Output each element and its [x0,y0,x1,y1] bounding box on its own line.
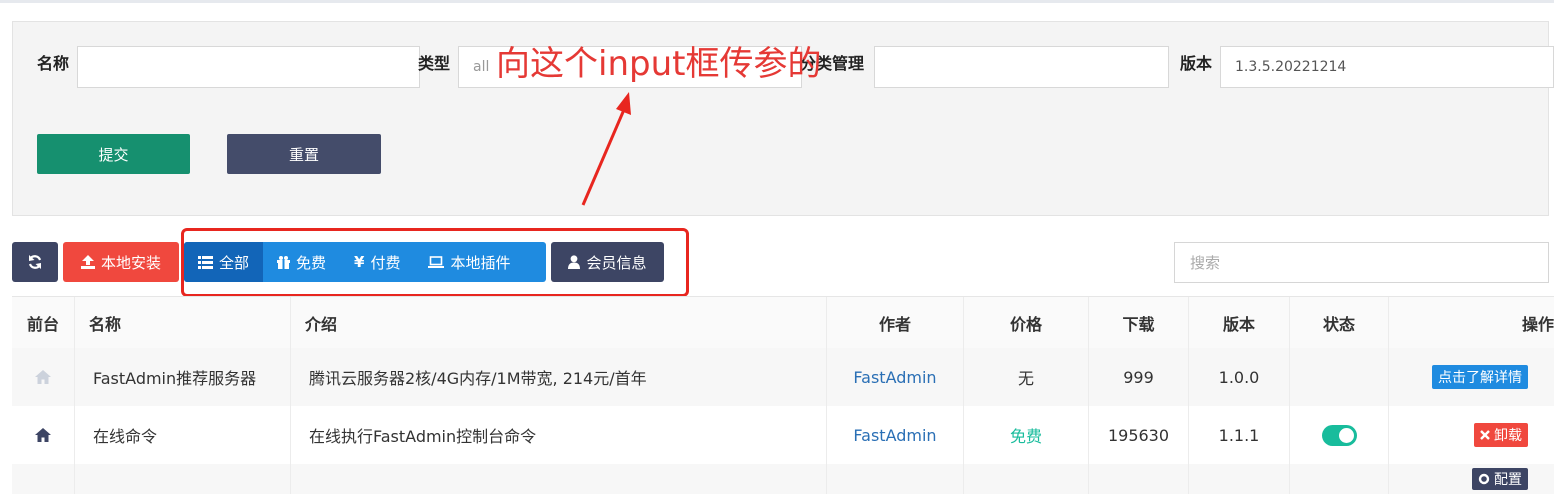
plugin-status [1290,348,1389,406]
table-row: FastAdmin推荐服务器 腾讯云服务器2核/4G内存/1M带宽, 214元/… [12,348,1554,407]
annotation-highlight-box [181,228,689,297]
actions-cell: 配置 [1389,464,1554,494]
category-input[interactable] [874,46,1169,88]
col-version[interactable]: 版本 [1189,297,1290,349]
col-front[interactable]: 前台 [12,297,75,349]
plugin-intro: 在线执行FastAdmin控制台命令 [291,406,827,464]
refresh-button[interactable] [12,242,58,282]
front-cell [12,406,75,464]
local-install-label: 本地安装 [100,253,161,272]
actions-cell: 点击了解详情 [1389,348,1554,406]
submit-button[interactable]: 提交 [37,134,190,174]
home-icon[interactable] [35,370,51,384]
table-row: 配置 [12,464,1554,494]
top-tab-strip [0,0,1554,3]
table-header: 前台 名称 介绍 作者 价格 下载 版本 状态 操作 [12,296,1554,350]
front-cell [12,464,75,494]
close-icon [1480,430,1490,440]
col-actions[interactable]: 操作 [1389,297,1554,349]
annotation-text: 向这个input框传参的 [496,44,822,84]
version-input[interactable]: 1.3.5.20221214 [1220,46,1554,88]
name-label: 名称 [37,54,70,73]
plugin-downloads: 195630 [1089,406,1189,464]
plugin-name: 在线命令 [75,406,291,464]
plugin-name: FastAdmin推荐服务器 [75,348,291,406]
plugin-downloads: 999 [1089,348,1189,406]
version-label: 版本 [1180,54,1213,73]
status-toggle[interactable] [1321,424,1357,446]
name-input[interactable] [77,46,420,88]
config-label: 配置 [1494,472,1522,488]
col-downloads[interactable]: 下载 [1089,297,1189,349]
learn-more-button[interactable]: 点击了解详情 [1432,365,1528,389]
name-cell [75,464,291,494]
upload-icon [80,255,95,269]
actions-cell: 卸载 [1389,406,1554,464]
type-label: 类型 [418,54,451,73]
plugin-version: 1.1.1 [1189,406,1290,464]
plugin-intro: 腾讯云服务器2核/4G内存/1M带宽, 214元/首年 [291,348,827,406]
price-cell: 免费 [964,406,1089,464]
col-name[interactable]: 名称 [75,297,291,349]
author-cell [827,464,964,494]
col-author[interactable]: 作者 [827,297,964,349]
author-link[interactable]: FastAdmin [853,426,936,445]
col-intro[interactable]: 介绍 [291,297,827,349]
plugin-price: 无 [964,348,1089,406]
price-cell [964,464,1089,494]
plugin-version: 1.0.0 [1189,348,1290,406]
front-cell [12,348,75,406]
uninstall-button[interactable]: 卸载 [1474,423,1528,447]
gear-icon [1478,473,1490,485]
search-input[interactable]: 搜索 [1174,242,1549,283]
intro-cell [291,464,827,494]
version-cell [1189,464,1290,494]
author-cell: FastAdmin [827,348,964,406]
author-link[interactable]: FastAdmin [853,368,936,387]
status-cell [1290,406,1389,464]
local-install-button[interactable]: 本地安装 [63,242,179,282]
col-price[interactable]: 价格 [964,297,1089,349]
reset-button[interactable]: 重置 [227,134,381,174]
col-status[interactable]: 状态 [1290,297,1389,349]
status-cell [1290,464,1389,494]
plugin-table: 前台 名称 介绍 作者 价格 下载 版本 状态 操作 FastAdmin推荐服务… [12,296,1554,494]
plugin-price: 免费 [1009,427,1042,446]
downloads-cell [1089,464,1189,494]
refresh-icon [28,255,42,269]
table-row: 在线命令 在线执行FastAdmin控制台命令 FastAdmin 免费 195… [12,406,1554,465]
home-icon[interactable] [35,428,51,442]
author-cell: FastAdmin [827,406,964,464]
annotation-arrow-icon [581,92,631,206]
uninstall-label: 卸载 [1494,428,1522,444]
